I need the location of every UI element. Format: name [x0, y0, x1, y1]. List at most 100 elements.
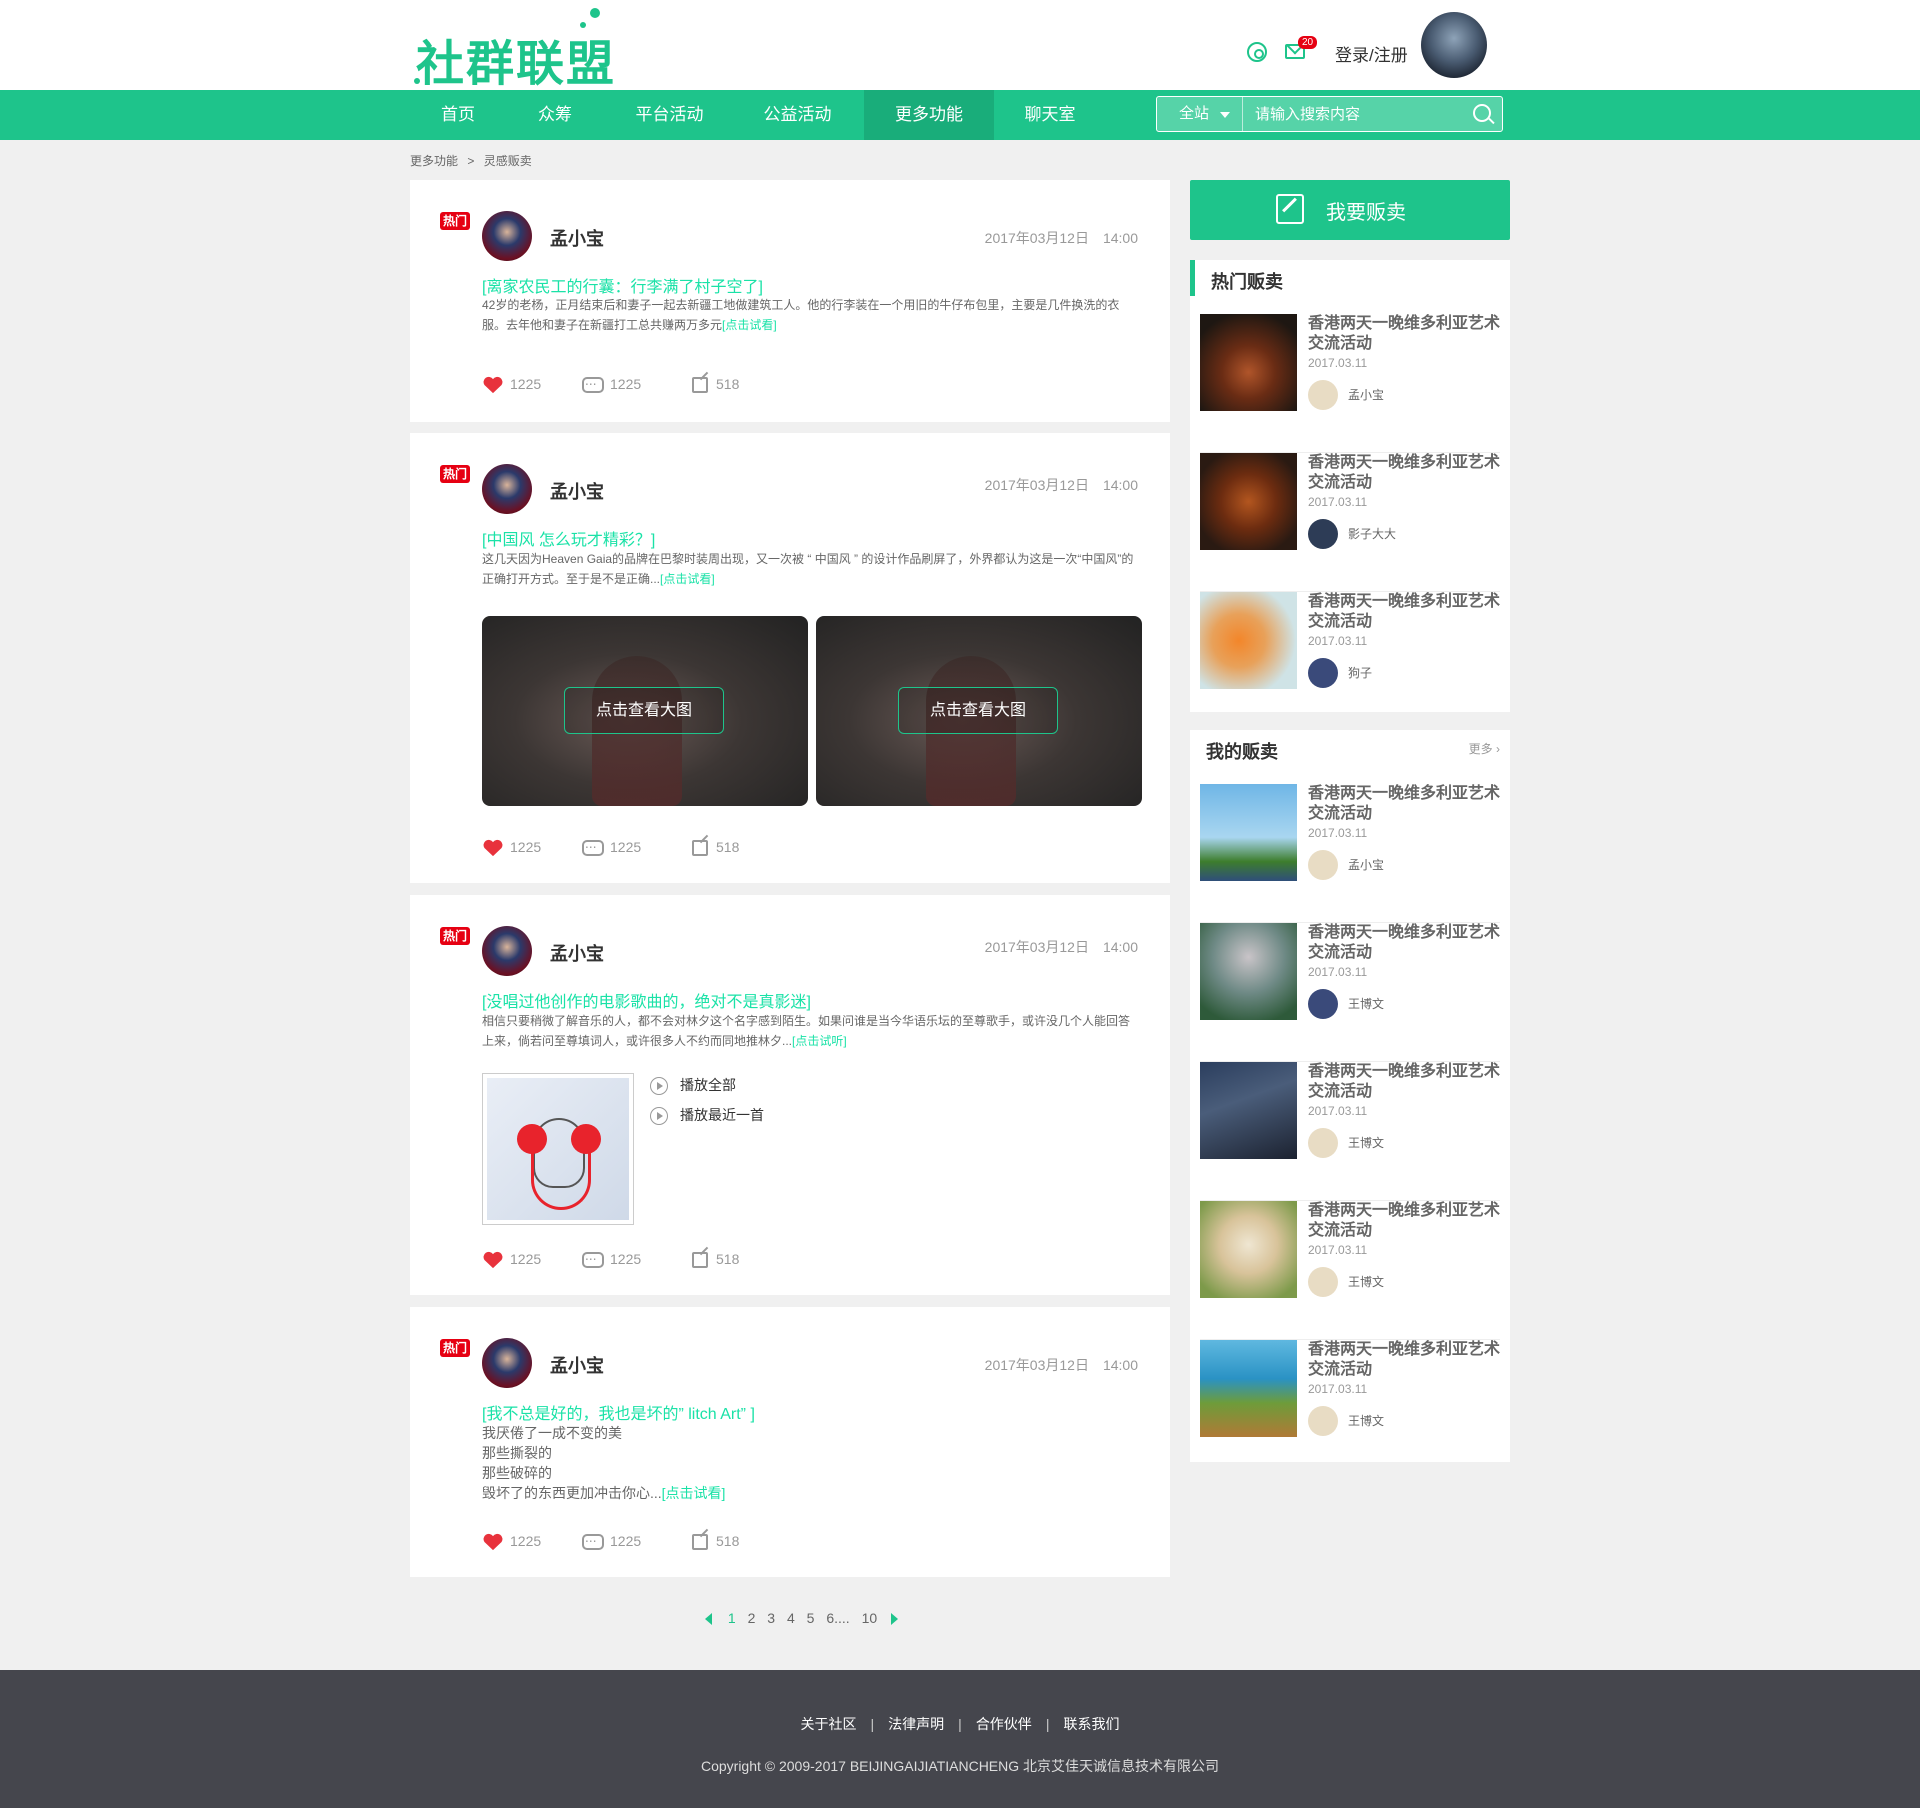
nav-item-home[interactable]: 首页 [418, 90, 498, 140]
sale-item-user-avatar[interactable] [1308, 1267, 1338, 1297]
like-button[interactable]: 1225 [482, 1531, 541, 1551]
next-page-arrow-icon[interactable] [891, 1613, 899, 1626]
author-name[interactable]: 孟小宝 [550, 940, 604, 966]
sale-item-user-avatar[interactable] [1308, 380, 1338, 410]
search-icon[interactable] [1473, 104, 1491, 122]
sale-item-thumbnail[interactable] [1200, 1062, 1297, 1159]
more-link[interactable]: 更多 › [1469, 740, 1500, 757]
page-link[interactable]: 2 [748, 1610, 756, 1626]
sale-item[interactable]: 香港两天一晚维多利亚艺术交流活动 2017.03.11 孟小宝 [1200, 784, 1500, 923]
sale-item-thumbnail[interactable] [1200, 453, 1297, 550]
search-scope-select[interactable]: 全站 [1157, 97, 1243, 131]
sale-item-title[interactable]: 香港两天一晚维多利亚艺术交流活动 [1308, 314, 1503, 354]
album-cover[interactable] [482, 1073, 634, 1225]
footer-link-partners[interactable]: 合作伙伴 [976, 1716, 1032, 1732]
sale-item-title[interactable]: 香港两天一晚维多利亚艺术交流活动 [1308, 1062, 1503, 1102]
share-button[interactable]: 518 [692, 1531, 739, 1551]
sale-item-user-avatar[interactable] [1308, 519, 1338, 549]
read-more-link[interactable]: [点击试看] [722, 318, 777, 332]
sale-item-user-name[interactable]: 孟小宝 [1348, 386, 1384, 403]
view-large-image-button[interactable]: 点击查看大图 [564, 687, 724, 734]
sell-button[interactable]: 我要贩卖 [1190, 180, 1510, 240]
post-title[interactable]: [没唱过他创作的电影歌曲的，绝对不是真影迷] [482, 988, 811, 1012]
sale-item[interactable]: 香港两天一晚维多利亚艺术交流活动 2017.03.11 王博文 [1200, 1062, 1500, 1201]
sale-item-title[interactable]: 香港两天一晚维多利亚艺术交流活动 [1308, 592, 1503, 632]
like-button[interactable]: 1225 [482, 1249, 541, 1269]
page-link[interactable]: 1 [728, 1610, 736, 1626]
sale-item-title[interactable]: 香港两天一晚维多利亚艺术交流活动 [1308, 1340, 1503, 1380]
footer-link-about[interactable]: 关于社区 [801, 1716, 857, 1732]
logo[interactable]: 社群联盟 [410, 6, 614, 91]
sale-item[interactable]: 香港两天一晚维多利亚艺术交流活动 2017.03.11 影子大大 [1200, 453, 1500, 592]
sale-item-thumbnail[interactable] [1200, 592, 1297, 689]
author-avatar[interactable] [482, 211, 532, 261]
comment-button[interactable]: 1225 [582, 1530, 641, 1551]
play-recent-button[interactable]: 播放最近一首 [650, 1105, 764, 1126]
share-button[interactable]: 518 [692, 374, 739, 394]
nav-item-more-features[interactable]: 更多功能 [864, 90, 994, 140]
sale-item-user-name[interactable]: 王博文 [1348, 1412, 1384, 1429]
sale-item[interactable]: 香港两天一晚维多利亚艺术交流活动 2017.03.11 孟小宝 [1200, 314, 1500, 453]
sale-item-title[interactable]: 香港两天一晚维多利亚艺术交流活动 [1308, 453, 1503, 493]
nav-item-platform-events[interactable]: 平台活动 [622, 90, 717, 140]
comment-button[interactable]: 1225 [582, 836, 641, 857]
gear-icon[interactable] [1247, 42, 1267, 62]
nav-item-chatroom[interactable]: 聊天室 [1010, 90, 1090, 140]
play-all-button[interactable]: 播放全部 [650, 1075, 736, 1096]
sale-item-title[interactable]: 香港两天一晚维多利亚艺术交流活动 [1308, 784, 1503, 824]
sale-item-user-name[interactable]: 王博文 [1348, 1273, 1384, 1290]
page-link[interactable]: 4 [787, 1610, 795, 1626]
share-button[interactable]: 518 [692, 1249, 739, 1269]
nav-item-crowdfunding[interactable]: 众筹 [515, 90, 595, 140]
page-link[interactable]: 10 [862, 1610, 878, 1626]
author-avatar[interactable] [482, 926, 532, 976]
prev-page-arrow-icon[interactable] [705, 1613, 712, 1626]
sale-item-user-avatar[interactable] [1308, 989, 1338, 1019]
comment-button[interactable]: 1225 [582, 1248, 641, 1269]
read-more-link[interactable]: [点击试看] [660, 572, 715, 586]
listen-link[interactable]: [点击试听] [792, 1034, 847, 1048]
sale-item-thumbnail[interactable] [1200, 1201, 1297, 1298]
author-avatar[interactable] [482, 1338, 532, 1388]
page-link[interactable]: 6.... [826, 1610, 849, 1626]
sale-item-thumbnail[interactable] [1200, 1340, 1297, 1437]
sale-item-title[interactable]: 香港两天一晚维多利亚艺术交流活动 [1308, 923, 1503, 963]
footer-link-legal[interactable]: 法律声明 [888, 1716, 944, 1732]
like-button[interactable]: 1225 [482, 374, 541, 394]
nav-item-charity[interactable]: 公益活动 [750, 90, 845, 140]
post-title[interactable]: [中国风 怎么玩才精彩？] [482, 526, 655, 550]
sale-item-user-name[interactable]: 狗子 [1348, 664, 1372, 681]
sale-item-user-avatar[interactable] [1308, 1406, 1338, 1436]
post-title[interactable]: [离家农民工的行囊：行李满了村子空了] [482, 273, 763, 297]
sale-item[interactable]: 香港两天一晚维多利亚艺术交流活动 2017.03.11 狗子 [1200, 592, 1500, 731]
sale-item-thumbnail[interactable] [1200, 784, 1297, 881]
author-avatar[interactable] [482, 464, 532, 514]
post-title[interactable]: [我不总是好的，我也是坏的” litch Art” ] [482, 1400, 755, 1424]
read-more-link[interactable]: [点击试看] [662, 1485, 726, 1501]
login-register-link[interactable]: 登录/注册 [1335, 41, 1408, 66]
sale-item-user-name[interactable]: 影子大大 [1348, 525, 1396, 542]
sale-item[interactable]: 香港两天一晚维多利亚艺术交流活动 2017.03.11 王博文 [1200, 923, 1500, 1062]
page-link[interactable]: 3 [767, 1610, 775, 1626]
sale-item[interactable]: 香港两天一晚维多利亚艺术交流活动 2017.03.11 王博文 [1200, 1340, 1500, 1479]
author-name[interactable]: 孟小宝 [550, 225, 604, 251]
sale-item-title[interactable]: 香港两天一晚维多利亚艺术交流活动 [1308, 1201, 1503, 1241]
author-name[interactable]: 孟小宝 [550, 478, 604, 504]
post-image[interactable]: 点击查看大图 [816, 616, 1142, 806]
comment-button[interactable]: 1225 [582, 373, 641, 394]
share-button[interactable]: 518 [692, 837, 739, 857]
sale-item-thumbnail[interactable] [1200, 923, 1297, 1020]
view-large-image-button[interactable]: 点击查看大图 [898, 687, 1058, 734]
user-avatar[interactable] [1421, 12, 1487, 78]
sale-item-user-name[interactable]: 王博文 [1348, 995, 1384, 1012]
sale-item-thumbnail[interactable] [1200, 314, 1297, 411]
search-input[interactable] [1243, 97, 1463, 131]
author-name[interactable]: 孟小宝 [550, 1352, 604, 1378]
sale-item[interactable]: 香港两天一晚维多利亚艺术交流活动 2017.03.11 王博文 [1200, 1201, 1500, 1340]
sale-item-user-name[interactable]: 王博文 [1348, 1134, 1384, 1151]
sale-item-user-avatar[interactable] [1308, 658, 1338, 688]
post-image[interactable]: 点击查看大图 [482, 616, 808, 806]
page-link[interactable]: 5 [807, 1610, 815, 1626]
sale-item-user-avatar[interactable] [1308, 850, 1338, 880]
like-button[interactable]: 1225 [482, 837, 541, 857]
